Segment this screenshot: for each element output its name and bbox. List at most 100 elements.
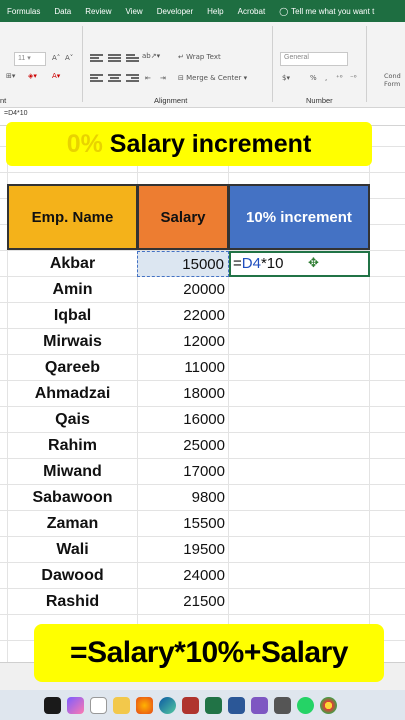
employee-name-cell[interactable]: Qareeb <box>7 355 138 381</box>
excel-icon[interactable] <box>205 696 222 714</box>
employee-name-cell[interactable]: Akbar <box>7 251 138 277</box>
employee-name-cell[interactable]: Wali <box>7 537 138 563</box>
font-group-label: nt <box>0 96 7 105</box>
align-center-icon[interactable] <box>108 74 121 84</box>
align-left-icon[interactable] <box>90 74 103 84</box>
header-increment[interactable]: 10% increment <box>228 184 370 250</box>
app-icon[interactable] <box>274 696 291 714</box>
font-shrink-icon[interactable]: A˅ <box>65 54 73 62</box>
salary-cell[interactable]: 22000 <box>137 303 229 329</box>
comma-icon[interactable]: , <box>325 74 327 82</box>
tab-help[interactable]: Help <box>200 7 230 16</box>
number-group-label: Number <box>306 96 333 105</box>
employee-name-cell[interactable]: Mirwais <box>7 329 138 355</box>
table-row: Zaman 15500 <box>0 511 405 537</box>
employee-name-cell[interactable]: Qais <box>7 407 138 433</box>
chrome-icon[interactable] <box>320 696 337 714</box>
table-row: Sabawoon 9800 <box>0 485 405 511</box>
table-row: Mirwais 12000 <box>0 329 405 355</box>
employee-name-cell[interactable]: Amin <box>7 277 138 303</box>
salary-cell[interactable]: 12000 <box>137 329 229 355</box>
ribbon-tabs: Formulas Data Review View Developer Help… <box>0 0 405 22</box>
align-middle-icon[interactable] <box>108 54 121 64</box>
font-color-icon[interactable]: A▾ <box>52 72 60 80</box>
font-size-dropdown[interactable]: 11 ▾ <box>14 52 46 66</box>
formula-banner: =Salary*10%+Salary <box>34 624 384 682</box>
table-row: Amin 20000 <box>0 277 405 303</box>
header-emp-name[interactable]: Emp. Name <box>7 184 138 250</box>
employee-name-cell[interactable]: Iqbal <box>7 303 138 329</box>
indent-decrease-icon[interactable]: ⇤ <box>145 74 151 82</box>
copilot-icon[interactable] <box>67 696 84 714</box>
salary-cell[interactable]: 9800 <box>137 485 229 511</box>
tell-me-label: Tell me what you want t <box>291 6 375 16</box>
wrap-text-button[interactable]: ↵ Wrap Text <box>178 53 221 61</box>
task-view-icon[interactable] <box>90 696 107 714</box>
tell-me-search[interactable]: ◯ Tell me what you want t <box>272 7 381 16</box>
formula-suffix: *10 <box>260 255 284 272</box>
tab-view[interactable]: View <box>118 7 149 16</box>
decimal-decrease-icon[interactable]: ⁻⁰ <box>350 74 357 82</box>
salary-cell[interactable]: 21500 <box>137 589 229 615</box>
align-right-icon[interactable] <box>126 74 139 84</box>
fill-color-icon[interactable]: ◈▾ <box>28 72 37 80</box>
salary-cell[interactable]: 11000 <box>137 355 229 381</box>
tab-formulas[interactable]: Formulas <box>0 7 47 16</box>
table-row: Rashid 21500 <box>0 589 405 615</box>
employee-name-cell[interactable]: Miwand <box>7 459 138 485</box>
alignment-group-label: Alignment <box>154 96 188 105</box>
tab-data[interactable]: Data <box>47 7 78 16</box>
currency-icon[interactable]: $▾ <box>282 74 290 82</box>
salary-cell[interactable]: 25000 <box>137 433 229 459</box>
orientation-icon[interactable]: ab↗▾ <box>142 52 160 60</box>
employee-name-cell[interactable]: Rahim <box>7 433 138 459</box>
ribbon-divider <box>366 26 367 102</box>
border-icon[interactable]: ⊞▾ <box>6 72 15 80</box>
salary-cell[interactable]: 20000 <box>137 277 229 303</box>
start-icon[interactable] <box>44 696 61 714</box>
tab-developer[interactable]: Developer <box>150 7 200 16</box>
salary-cell[interactable]: 24000 <box>137 563 229 589</box>
ribbon-divider <box>272 26 273 102</box>
app-icon[interactable] <box>251 696 268 714</box>
edge-icon[interactable] <box>159 696 176 714</box>
salary-cell-referenced[interactable]: 15000 <box>137 251 229 277</box>
font-grow-icon[interactable]: A˄ <box>52 54 60 62</box>
file-explorer-icon[interactable] <box>113 696 130 714</box>
whatsapp-icon[interactable] <box>297 696 314 714</box>
merge-icon: ⊟ <box>178 74 184 82</box>
table-row: Rahim 25000 <box>0 433 405 459</box>
percent-icon[interactable]: % <box>310 74 317 82</box>
align-bottom-icon[interactable] <box>126 54 139 64</box>
title-prefix: 0% <box>66 129 103 158</box>
firefox-icon[interactable] <box>136 696 153 714</box>
mouse-cursor-icon: ✥ <box>308 255 319 270</box>
increment-cell-active[interactable]: =D4*10 <box>229 251 370 277</box>
formula-eq: = <box>233 255 242 272</box>
table-row: Dawood 24000 <box>0 563 405 589</box>
header-salary[interactable]: Salary <box>137 184 229 250</box>
employee-name-cell[interactable]: Sabawoon <box>7 485 138 511</box>
conditional-formatting-button[interactable]: Cond Form <box>384 72 404 88</box>
salary-cell[interactable]: 17000 <box>137 459 229 485</box>
align-top-icon[interactable] <box>90 54 103 64</box>
table-row: Miwand 17000 <box>0 459 405 485</box>
employee-name-cell[interactable]: Ahmadzai <box>7 381 138 407</box>
title-text: Salary increment <box>102 129 312 158</box>
salary-cell[interactable]: 18000 <box>137 381 229 407</box>
salary-cell[interactable]: 16000 <box>137 407 229 433</box>
salary-cell[interactable]: 19500 <box>137 537 229 563</box>
employee-name-cell[interactable]: Rashid <box>7 589 138 615</box>
tab-acrobat[interactable]: Acrobat <box>231 7 273 16</box>
wrap-text-icon: ↵ <box>178 53 184 61</box>
salary-cell[interactable]: 15500 <box>137 511 229 537</box>
employee-name-cell[interactable]: Zaman <box>7 511 138 537</box>
number-format-dropdown[interactable]: General <box>280 52 348 66</box>
acrobat-icon[interactable] <box>182 696 199 714</box>
tab-review[interactable]: Review <box>78 7 118 16</box>
decimal-increase-icon[interactable]: ⁺⁰ <box>336 74 343 82</box>
merge-center-button[interactable]: ⊟ Merge & Center ▾ <box>178 74 247 82</box>
employee-name-cell[interactable]: Dawood <box>7 563 138 589</box>
indent-increase-icon[interactable]: ⇥ <box>160 74 166 82</box>
app-icon[interactable] <box>228 696 245 714</box>
